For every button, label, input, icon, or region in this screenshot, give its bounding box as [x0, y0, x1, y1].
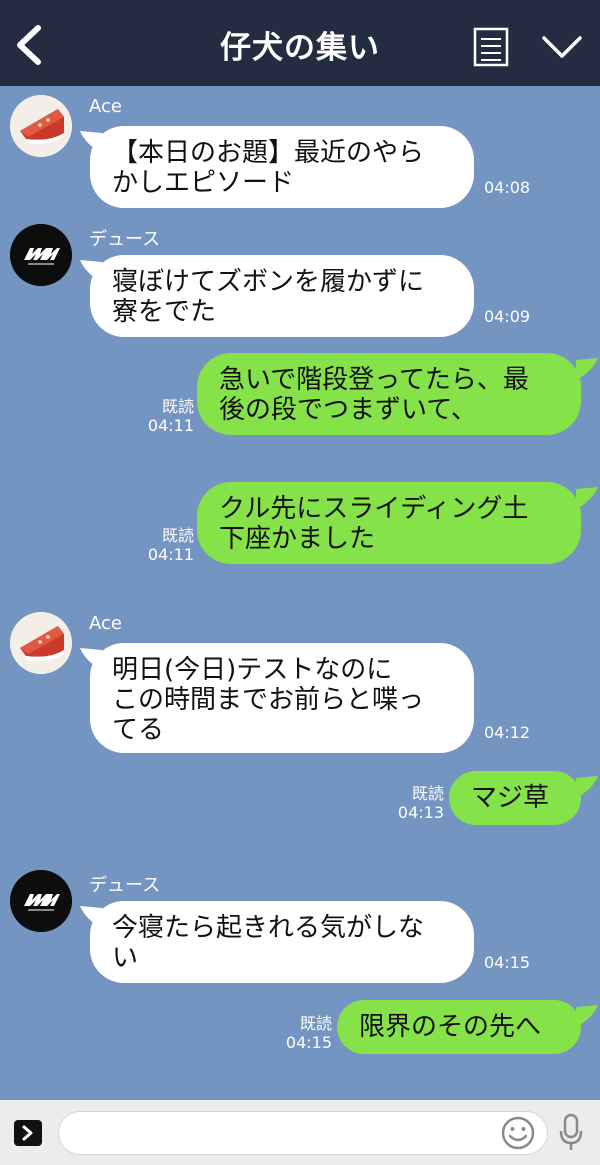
sender-name: Ace	[89, 613, 122, 634]
message-line: 寮をでた	[112, 297, 217, 327]
message-bubble[interactable]: 【本日のお題】最近のやら かしエピソード	[90, 126, 474, 208]
message-bubble[interactable]: クル先にスライディング土 下座かました	[197, 482, 581, 564]
read-receipt: 既読 04:11	[140, 397, 194, 435]
message-line: この時間までお前らと喋っ	[112, 685, 425, 715]
sender-name: デュース	[89, 875, 161, 896]
message-line: 今寝たら起きれる気がしな	[112, 913, 425, 943]
message-line: 限界のその先へ	[359, 1012, 542, 1042]
message-line: 【本日のお題】最近のやら	[112, 138, 425, 168]
message-composer	[0, 1100, 600, 1165]
message-line: い	[112, 943, 139, 973]
chat-title: 仔犬の集い	[220, 30, 380, 66]
bubble-tail	[576, 1005, 598, 1027]
message-time: 04:12	[484, 723, 531, 742]
smiley-icon[interactable]	[500, 1115, 536, 1151]
chevron-right-icon[interactable]	[14, 1120, 42, 1146]
message-time: 04:11	[147, 416, 194, 435]
message-line: 下座かました	[219, 524, 376, 554]
message-line: かしエピソード	[112, 168, 295, 198]
message-bubble[interactable]: マジ草	[449, 771, 581, 825]
chat-message-list[interactable]: Ace 【本日のお題】最近のやら かしエピソード 04:08 デュース 寝ぼけて…	[0, 86, 600, 1100]
message-time: 04:13	[397, 803, 444, 822]
chat-header: 仔犬の集い	[0, 0, 600, 86]
read-label: 既読	[411, 784, 444, 803]
message-line: マジ草	[471, 783, 550, 813]
sender-name: Ace	[89, 96, 122, 117]
message-line: 後の段でつまずいて、	[219, 395, 477, 425]
message-bubble[interactable]: 今寝たら起きれる気がしな い	[90, 901, 474, 983]
read-label: 既読	[299, 1014, 332, 1033]
message-line: 急いで階段登ってたら、最	[219, 365, 529, 395]
read-receipt: 既読 04:15	[280, 1014, 332, 1052]
bubble-tail	[576, 487, 598, 509]
avatar[interactable]	[10, 612, 72, 674]
message-line: 寝ぼけてズボンを履かずに	[112, 267, 425, 297]
message-bubble[interactable]: 寝ぼけてズボンを履かずに 寮をでた	[90, 255, 474, 337]
read-label: 既読	[161, 526, 194, 545]
bubble-tail	[576, 358, 598, 380]
message-line: 明日(今日)テストなのに	[112, 655, 393, 685]
message-bubble[interactable]: 限界のその先へ	[337, 1000, 581, 1054]
message-time: 04:15	[484, 953, 531, 972]
message-bubble[interactable]: 急いで階段登ってたら、最 後の段でつまずいて、	[197, 353, 581, 435]
message-time: 04:08	[484, 178, 531, 197]
message-line: てる	[112, 715, 165, 745]
read-receipt: 既読 04:11	[140, 526, 194, 564]
message-line: クル先にスライディング土	[219, 494, 529, 524]
microphone-icon[interactable]	[558, 1113, 584, 1153]
avatar[interactable]	[10, 95, 72, 157]
message-input[interactable]	[58, 1111, 548, 1155]
read-label: 既読	[161, 397, 194, 416]
message-time: 04:09	[484, 307, 531, 326]
message-bubble[interactable]: 明日(今日)テストなのに この時間までお前らと喋っ てる	[90, 643, 474, 753]
message-time: 04:15	[285, 1033, 332, 1052]
avatar[interactable]	[10, 870, 72, 932]
avatar[interactable]	[10, 224, 72, 286]
read-receipt: 既読 04:13	[392, 784, 444, 822]
bubble-tail	[576, 776, 598, 798]
sender-name: デュース	[89, 229, 161, 250]
chevron-down-icon[interactable]	[540, 30, 584, 64]
memo-icon[interactable]	[472, 27, 510, 67]
message-time: 04:11	[147, 545, 194, 564]
